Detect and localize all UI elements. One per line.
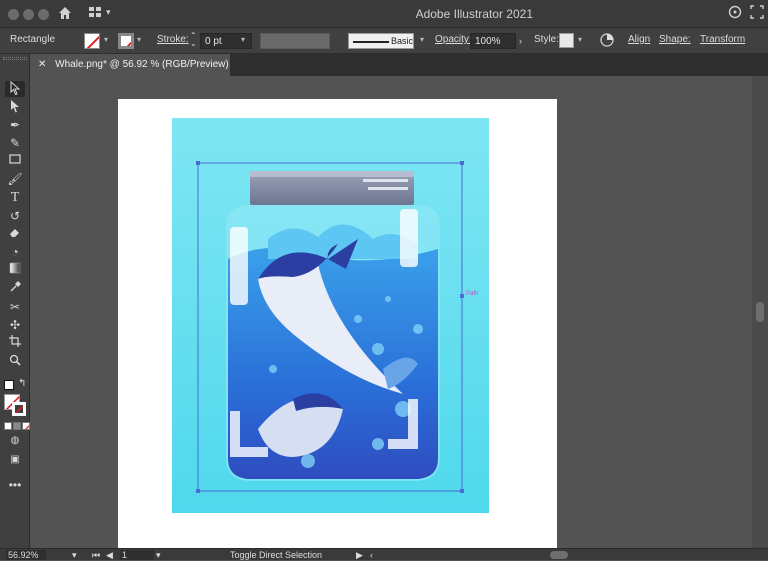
selection-tool-icon[interactable] [5, 80, 25, 97]
workspace-chevron-down-icon[interactable]: ▾ [106, 7, 111, 18]
blend-tool-icon[interactable]: ✂ [5, 299, 25, 315]
title-bar: ▾ Adobe Illustrator 2021 [0, 0, 768, 28]
opacity-field[interactable]: 100% [470, 33, 516, 49]
path-smart-guide-label: Path [466, 291, 478, 297]
zoom-chevron-down-icon[interactable]: ▾ [72, 550, 77, 561]
stroke-swatch[interactable] [118, 33, 134, 49]
eraser-tool-icon[interactable] [5, 226, 25, 242]
symbol-sprayer-tool-icon[interactable]: ✣ [5, 317, 25, 333]
control-bar: Rectangle ▾ ▾ Stroke: ⌃ ⌄ 0 pt ▾ Basic ▾ … [0, 28, 768, 54]
artboard[interactable]: Path [118, 99, 557, 559]
recolor-artwork-icon[interactable] [600, 33, 614, 50]
brush-definition[interactable]: Basic [348, 33, 414, 49]
shape-link[interactable]: Shape: [659, 34, 691, 45]
tools-panel-grip[interactable] [3, 57, 27, 60]
align-link[interactable]: Align [628, 34, 650, 45]
shape-builder-tool-icon[interactable]: ◔ [5, 244, 25, 260]
stroke-chevron-down-icon[interactable]: ▾ [137, 35, 141, 44]
graphic-style-swatch[interactable] [559, 33, 574, 48]
horizontal-scroll-thumb[interactable] [550, 551, 568, 559]
stroke-label[interactable]: Stroke: [157, 34, 189, 45]
direct-selection-tool-icon[interactable] [5, 99, 25, 115]
first-artboard-icon[interactable]: ⏮ [92, 550, 100, 561]
brush-chevron-down-icon[interactable]: ▾ [420, 35, 424, 44]
screen-mode-icon[interactable]: ▣ [5, 452, 25, 468]
curvature-tool-icon[interactable]: ✎ [5, 135, 25, 151]
whale-jar-artwork[interactable]: Path [118, 99, 557, 559]
selection-type-label: Rectangle [10, 34, 56, 45]
workspace-icon[interactable] [88, 5, 102, 22]
none-mode-icon[interactable] [22, 422, 30, 430]
artboard-chevron-down-icon[interactable]: ▾ [156, 550, 161, 561]
artboard-number-field[interactable]: 1 [120, 550, 154, 560]
pen-tool-icon[interactable]: ✒ [5, 117, 25, 133]
status-menu-icon[interactable]: ▶ [356, 550, 363, 561]
vertical-scroll-thumb[interactable] [756, 302, 764, 322]
rotate-tool-icon[interactable]: ↺ [5, 208, 25, 224]
document-tab-label: Whale.png* @ 56.92 % (RGB/Preview) [55, 59, 229, 70]
tools-panel: ✒ ✎ 🖌 T ↺ ◔ ✂ ✣ ↰ ◍ ▣ ••• [0, 54, 30, 550]
home-icon[interactable] [57, 5, 73, 24]
canvas-area[interactable]: Path [30, 76, 752, 559]
app-title: Adobe Illustrator 2021 [415, 7, 533, 21]
gradient-tool-icon[interactable] [5, 262, 25, 278]
draw-mode-icon[interactable]: ◍ [5, 433, 25, 449]
variable-width-profile[interactable] [260, 33, 330, 49]
search-help-icon[interactable] [728, 5, 742, 22]
horizontal-scroll-left-icon[interactable]: ‹ [370, 550, 373, 560]
status-bar: 56.92% ▾ ⏮ ◀ 1 ▾ Toggle Direct Selection… [0, 548, 768, 560]
document-tab-bar: ✕ Whale.png* @ 56.92 % (RGB/Preview) [30, 54, 768, 76]
zoom-field[interactable]: 56.92% [6, 550, 46, 560]
gradient-mode-icon[interactable] [13, 422, 21, 430]
zoom-tool-icon[interactable] [5, 354, 25, 370]
transform-link[interactable]: Transform [700, 34, 745, 45]
artboard-tool-icon[interactable] [5, 335, 25, 351]
style-chevron-down-icon[interactable]: ▾ [578, 35, 582, 44]
style-label: Style: [534, 34, 560, 45]
minimize-window-button[interactable] [23, 9, 34, 20]
rectangle-tool-icon[interactable] [5, 153, 25, 169]
fullscreen-icon[interactable] [750, 5, 764, 22]
swap-colors-icon[interactable]: ↰ [18, 378, 26, 389]
edit-toolbar-icon[interactable]: ••• [5, 477, 25, 493]
fill-chevron-down-icon[interactable]: ▾ [104, 35, 108, 44]
paintbrush-tool-icon[interactable]: 🖌 [5, 171, 25, 187]
fill-swatch[interactable] [84, 33, 100, 49]
status-text: Toggle Direct Selection [230, 550, 323, 560]
stroke-stepper-icon[interactable]: ⌃ ⌄ [190, 32, 197, 48]
opacity-chevron-right-icon[interactable]: › [519, 36, 522, 46]
document-tab[interactable]: ✕ Whale.png* @ 56.92 % (RGB/Preview) [30, 54, 230, 76]
eyedropper-tool-icon[interactable] [5, 281, 25, 297]
color-mode-icon[interactable] [4, 422, 12, 430]
close-tab-icon[interactable]: ✕ [38, 59, 46, 70]
stroke-weight-chevron-down-icon[interactable]: ▾ [241, 35, 245, 44]
opacity-label[interactable]: Opacity: [435, 34, 472, 45]
zoom-window-button[interactable] [38, 9, 49, 20]
close-window-button[interactable] [8, 9, 19, 20]
brush-definition-label: Basic [391, 36, 414, 46]
stroke-color-box[interactable] [12, 402, 26, 416]
type-tool-icon[interactable]: T [5, 190, 25, 206]
previous-artboard-icon[interactable]: ◀ [106, 550, 113, 561]
vertical-scrollbar[interactable] [752, 76, 768, 548]
default-colors-icon[interactable] [4, 380, 14, 390]
